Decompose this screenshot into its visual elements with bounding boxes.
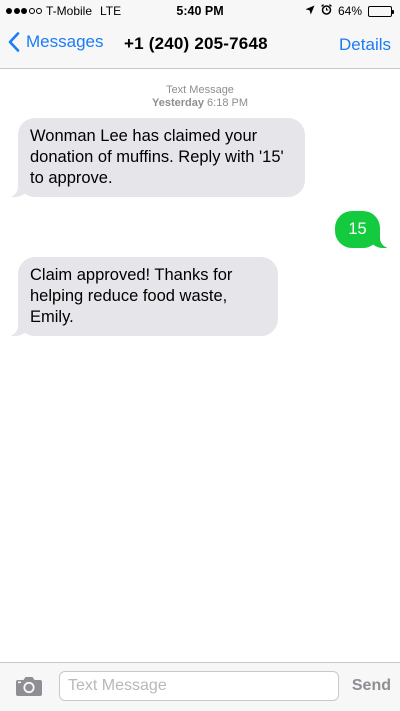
conversation-timestamp: Text Message Yesterday 6:18 PM (0, 84, 400, 110)
message-text: 15 (348, 220, 367, 238)
message-date: Yesterday 6:18 PM (0, 97, 400, 110)
incoming-message-bubble[interactable]: Wonman Lee has claimed your donation of … (8, 118, 305, 197)
message-time: 6:18 PM (207, 97, 248, 109)
alarm-clock-icon (321, 4, 332, 18)
camera-icon (16, 677, 42, 696)
send-button[interactable]: Send (352, 677, 391, 695)
message-text-input[interactable] (59, 671, 339, 701)
message-text: Claim approved! Thanks for helping reduc… (30, 266, 233, 326)
message-input-bar: Send (0, 662, 400, 711)
outgoing-message-bubble[interactable]: 15 (335, 211, 390, 248)
back-button-label: Messages (26, 32, 104, 51)
status-bar: T-Mobile LTE 5:40 PM 64% (0, 0, 400, 22)
navigation-bar: Messages +1 (240) 205-7648 Details (0, 22, 400, 68)
top-bar: T-Mobile LTE 5:40 PM 64% Messages +1 (24… (0, 0, 400, 69)
details-button[interactable]: Details (339, 35, 391, 55)
message-text: Wonman Lee has claimed your donation of … (30, 127, 284, 187)
location-arrow-icon (305, 4, 315, 18)
battery-icon (368, 5, 394, 17)
incoming-message-bubble[interactable]: Claim approved! Thanks for helping reduc… (8, 257, 278, 336)
battery-percent: 64% (337, 4, 362, 18)
back-button[interactable]: Messages (8, 32, 103, 52)
messages-screen: T-Mobile LTE 5:40 PM 64% Messages +1 (24… (0, 0, 400, 711)
message-day: Yesterday (151, 97, 204, 109)
chevron-left-icon (8, 32, 20, 52)
camera-button[interactable] (15, 675, 43, 702)
status-right: 64% (305, 4, 394, 18)
contact-title: +1 (240) 205-7648 (124, 34, 268, 53)
message-type-label: Text Message (166, 84, 234, 96)
